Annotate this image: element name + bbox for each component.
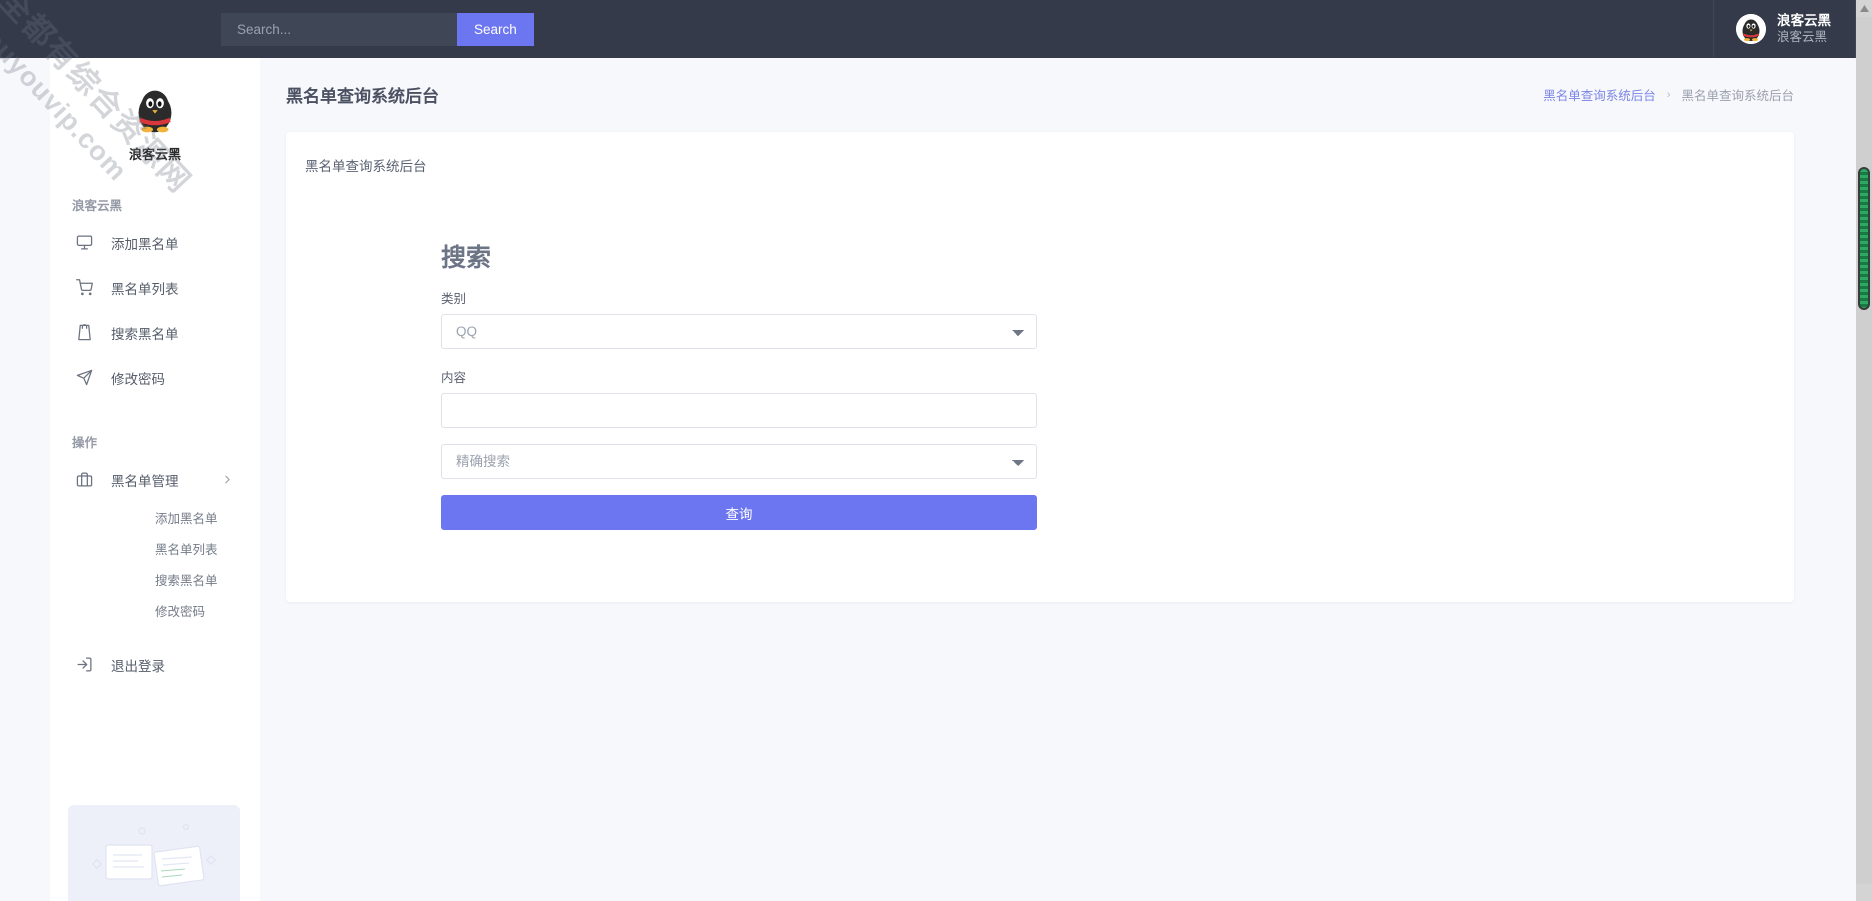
chevron-right-icon: › <box>1667 89 1671 101</box>
sidebar-section-title-2: 操作 <box>72 432 260 451</box>
user-names: 浪客云黑 浪客云黑 <box>1777 13 1831 46</box>
sidebar-subitem-search-blacklist[interactable]: 搜索黑名单 <box>50 564 260 595</box>
breadcrumb-current: 黑名单查询系统后台 <box>1681 85 1794 104</box>
content-card: 黑名单查询系统后台 搜索 类别 QQ 内容 精确搜索 查询 <box>286 132 1794 602</box>
search-form: 搜索 类别 QQ 内容 精确搜索 查询 <box>441 238 1037 600</box>
sidebar-item-logout[interactable]: 退出登录 <box>50 642 260 687</box>
user-menu[interactable]: 浪客云黑 浪客云黑 <box>1713 0 1856 58</box>
sidebar-username: 浪客云黑 <box>129 144 181 163</box>
card-header: 黑名单查询系统后台 <box>286 132 1794 175</box>
sidebar: 浪客云黑 浪客云黑 添加黑名单 黑名单列表 <box>50 58 260 901</box>
search-input[interactable] <box>221 13 457 46</box>
avatar <box>1736 14 1766 44</box>
sidebar-promo-illustration <box>68 805 240 901</box>
sidebar-profile: 浪客云黑 <box>50 58 260 163</box>
qq-penguin-avatar-icon <box>1736 14 1766 44</box>
content-label: 内容 <box>441 367 1037 386</box>
sidebar-group-blacklist-management[interactable]: 黑名单管理 <box>50 457 260 502</box>
bag-icon <box>74 323 94 343</box>
scrollbar-thumb[interactable] <box>1858 167 1870 310</box>
form-heading: 搜索 <box>441 238 1037 274</box>
briefcase-icon <box>74 470 94 490</box>
page-title: 黑名单查询系统后台 <box>286 82 439 107</box>
breadcrumb: 黑名单查询系统后台 › 黑名单查询系统后台 <box>1543 85 1794 104</box>
sidebar-subitem-add-blacklist[interactable]: 添加黑名单 <box>50 502 260 533</box>
user-subtitle: 浪客云黑 <box>1777 30 1831 46</box>
sidebar-item-label: 退出登录 <box>111 655 165 675</box>
sidebar-item-label: 黑名单列表 <box>111 278 179 298</box>
sidebar-item-change-password[interactable]: 修改密码 <box>50 355 260 400</box>
send-icon <box>74 368 94 388</box>
top-bar: Search 浪客云黑 浪 <box>0 0 1856 58</box>
sidebar-item-label: 搜索黑名单 <box>111 323 179 343</box>
logout-icon <box>74 655 94 675</box>
search-button[interactable]: Search <box>457 13 534 46</box>
user-name: 浪客云黑 <box>1777 13 1831 30</box>
page-header: 黑名单查询系统后台 黑名单查询系统后台 › 黑名单查询系统后台 <box>260 58 1856 107</box>
sidebar-avatar <box>126 80 184 138</box>
monitor-icon <box>74 233 94 253</box>
sidebar-item-blacklist-list[interactable]: 黑名单列表 <box>50 265 260 310</box>
query-submit-button[interactable]: 查询 <box>441 495 1037 530</box>
page-scrollbar[interactable] <box>1856 0 1872 901</box>
scroll-up-arrow-icon[interactable] <box>1856 0 1872 17</box>
app-root: Search 浪客云黑 浪 <box>0 0 1872 901</box>
search-mode-select[interactable]: 精确搜索 <box>441 444 1037 479</box>
category-select[interactable]: QQ <box>441 314 1037 349</box>
chevron-right-icon[interactable] <box>221 473 234 486</box>
sidebar-group-label: 黑名单管理 <box>111 470 179 490</box>
top-search-group: Search <box>221 13 534 46</box>
cart-icon <box>74 278 94 298</box>
qq-penguin-avatar-icon <box>126 80 184 138</box>
sidebar-item-search-blacklist[interactable]: 搜索黑名单 <box>50 310 260 355</box>
scrollbar-track[interactable] <box>1856 17 1872 884</box>
sidebar-subitem-change-password[interactable]: 修改密码 <box>50 595 260 626</box>
sidebar-item-add-blacklist[interactable]: 添加黑名单 <box>50 220 260 265</box>
category-label: 类别 <box>441 288 1037 307</box>
sidebar-section-title-1: 浪客云黑 <box>72 195 260 214</box>
sidebar-item-label: 修改密码 <box>111 368 165 388</box>
breadcrumb-link[interactable]: 黑名单查询系统后台 <box>1543 85 1656 104</box>
content-input[interactable] <box>441 393 1037 428</box>
main-content: 黑名单查询系统后台 黑名单查询系统后台 › 黑名单查询系统后台 黑名单查询系统后… <box>260 58 1856 901</box>
sidebar-subitem-blacklist-list[interactable]: 黑名单列表 <box>50 533 260 564</box>
sidebar-item-label: 添加黑名单 <box>111 233 179 253</box>
